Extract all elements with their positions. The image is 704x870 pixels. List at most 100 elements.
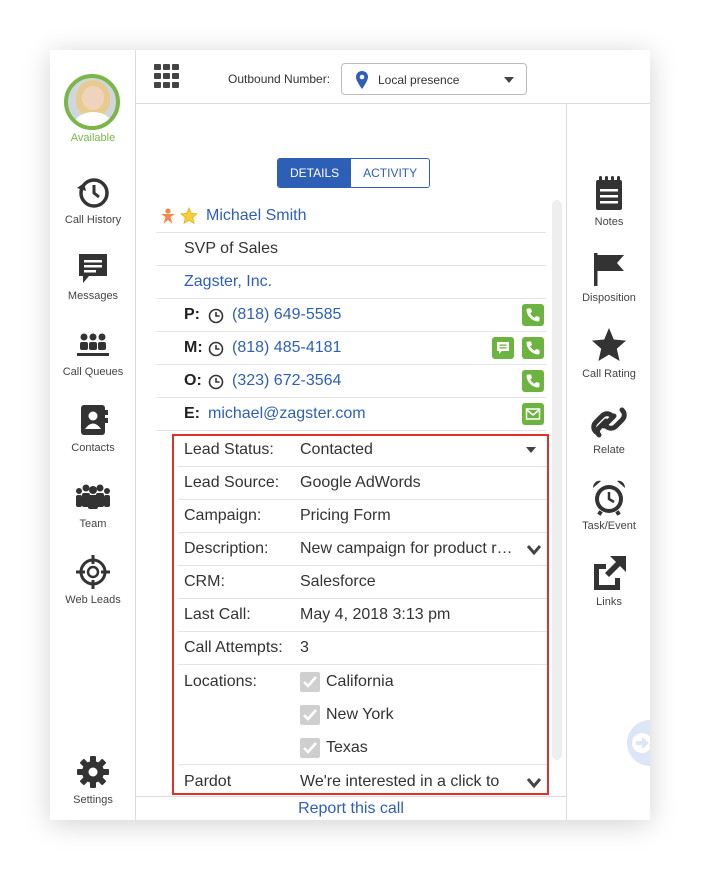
phone-number[interactable]: (818) 649-5585 (232, 306, 341, 324)
phone-type-label: O: (184, 372, 202, 389)
availability-status[interactable]: Available (50, 132, 136, 144)
history-icon (77, 178, 109, 208)
clock-icon (208, 374, 224, 390)
action-call-rating[interactable]: Call Rating (567, 326, 650, 380)
action-disposition[interactable]: Disposition (567, 250, 650, 304)
field-locations: Locations: California (184, 672, 394, 692)
tab-activity[interactable]: ACTIVITY (351, 159, 430, 187)
field-crm: CRM: Salesforce (178, 566, 548, 599)
dialpad-grid-icon[interactable] (154, 64, 180, 88)
nav-web-leads[interactable]: Web Leads (50, 554, 136, 606)
clock-icon (208, 341, 224, 357)
phone-icon (526, 341, 540, 355)
call-queues-icon (77, 333, 109, 356)
envelope-icon (525, 408, 541, 420)
phone-row-office: O: (323) 672-3564 (156, 365, 546, 398)
field-call-attempts: Call Attempts: 3 (178, 632, 548, 665)
person-icon (161, 208, 175, 224)
location-label: Texas (326, 739, 368, 756)
action-links[interactable]: Links (567, 554, 650, 608)
location-label: California (326, 673, 394, 690)
nav-call-history[interactable]: Call History (50, 174, 136, 226)
checkbox-new-york[interactable] (300, 705, 320, 725)
crosshair-icon (76, 555, 110, 589)
checkbox-texas[interactable] (300, 738, 320, 758)
email-button[interactable] (522, 403, 544, 425)
chevron-down-icon[interactable] (526, 544, 542, 556)
phone-row-mobile: M: (818) 485-4181 (156, 332, 546, 365)
report-call-link[interactable]: Report this call (298, 800, 404, 817)
checkbox-california[interactable] (300, 672, 320, 692)
field-last-call: Last Call: May 4, 2018 3:13 pm (178, 599, 548, 632)
star-icon (592, 328, 626, 361)
alarm-clock-icon (593, 480, 625, 516)
contact-company[interactable]: Zagster, Inc. (184, 273, 272, 291)
call-button[interactable] (522, 370, 544, 392)
phone-type-label: P: (184, 306, 200, 323)
checkmark-icon (303, 676, 317, 688)
field-lead-source: Lead Source: Google AdWords (178, 467, 548, 500)
dropdown-caret-icon (526, 447, 536, 453)
arrow-right-icon (632, 733, 650, 753)
call-button[interactable] (522, 337, 544, 359)
call-button[interactable] (522, 304, 544, 326)
sms-icon (497, 342, 509, 354)
tab-details[interactable]: DETAILS (278, 159, 352, 187)
scrollbar[interactable] (552, 200, 562, 760)
action-notes[interactable]: Notes (567, 174, 650, 228)
checkmark-icon (303, 742, 317, 754)
sms-button[interactable] (492, 337, 514, 359)
top-bar: Outbound Number: Local presence (136, 50, 650, 104)
nav-settings[interactable]: Settings (50, 754, 136, 806)
avatar[interactable] (64, 74, 120, 130)
contacts-icon (81, 405, 108, 435)
location-pin-icon (356, 71, 368, 89)
outbound-number-label: Outbound Number: (228, 72, 331, 86)
flag-icon (594, 253, 624, 286)
detail-tabs: DETAILS ACTIVITY (277, 158, 431, 188)
field-pardot[interactable]: Pardot We're interested in a click to (178, 766, 548, 799)
clock-icon (208, 308, 224, 324)
email-address[interactable]: michael@zagster.com (208, 405, 366, 423)
contact-company-row: Zagster, Inc. (156, 266, 546, 299)
star-favorite-icon[interactable] (180, 207, 198, 225)
action-relate[interactable]: Relate (567, 402, 650, 456)
report-row: Report this call (136, 796, 566, 820)
nav-contacts[interactable]: Contacts (50, 402, 136, 454)
external-link-icon (594, 556, 626, 590)
field-locations-row-3: Texas (178, 732, 548, 765)
contact-title-row: SVP of Sales (156, 233, 546, 266)
checkmark-icon (303, 709, 317, 721)
message-icon (79, 254, 107, 283)
email-row: E: michael@zagster.com (156, 398, 546, 431)
nav-messages[interactable]: Messages (50, 250, 136, 302)
phone-icon (526, 374, 540, 388)
phone-number[interactable]: (818) 485-4181 (232, 339, 341, 357)
right-sidebar: Notes Disposition Call Rating Relate Tas… (566, 104, 650, 820)
phone-type-label: M: (184, 339, 203, 356)
notepad-icon (596, 176, 622, 210)
chevron-down-icon (504, 77, 514, 83)
outbound-number-value: Local presence (378, 73, 460, 87)
field-locations-row-2: New York (178, 699, 548, 732)
nav-call-queues[interactable]: Call Queues (50, 326, 136, 378)
team-icon (76, 484, 110, 509)
field-campaign: Campaign: Pricing Form (178, 500, 548, 533)
outbound-number-select[interactable]: Local presence (341, 63, 527, 95)
field-description[interactable]: Description: New campaign for product r… (178, 533, 548, 566)
contact-title: SVP of Sales (184, 240, 278, 257)
chevron-down-icon[interactable] (526, 777, 542, 789)
contact-name-row: Michael Smith (156, 200, 546, 233)
nav-team[interactable]: Team (50, 478, 136, 530)
phone-row-primary: P: (818) 649-5585 (156, 299, 546, 332)
gear-icon (77, 756, 109, 788)
field-lead-status[interactable]: Lead Status: Contacted (178, 434, 548, 467)
app-window: Available Call History Messages Call Que… (50, 50, 650, 820)
location-label: New York (326, 706, 394, 723)
phone-icon (526, 308, 540, 322)
phone-number[interactable]: (323) 672-3564 (232, 372, 341, 390)
action-task-event[interactable]: Task/Event (567, 478, 650, 532)
email-label: E: (184, 405, 200, 422)
link-icon (591, 407, 627, 438)
contact-name[interactable]: Michael Smith (206, 207, 306, 225)
